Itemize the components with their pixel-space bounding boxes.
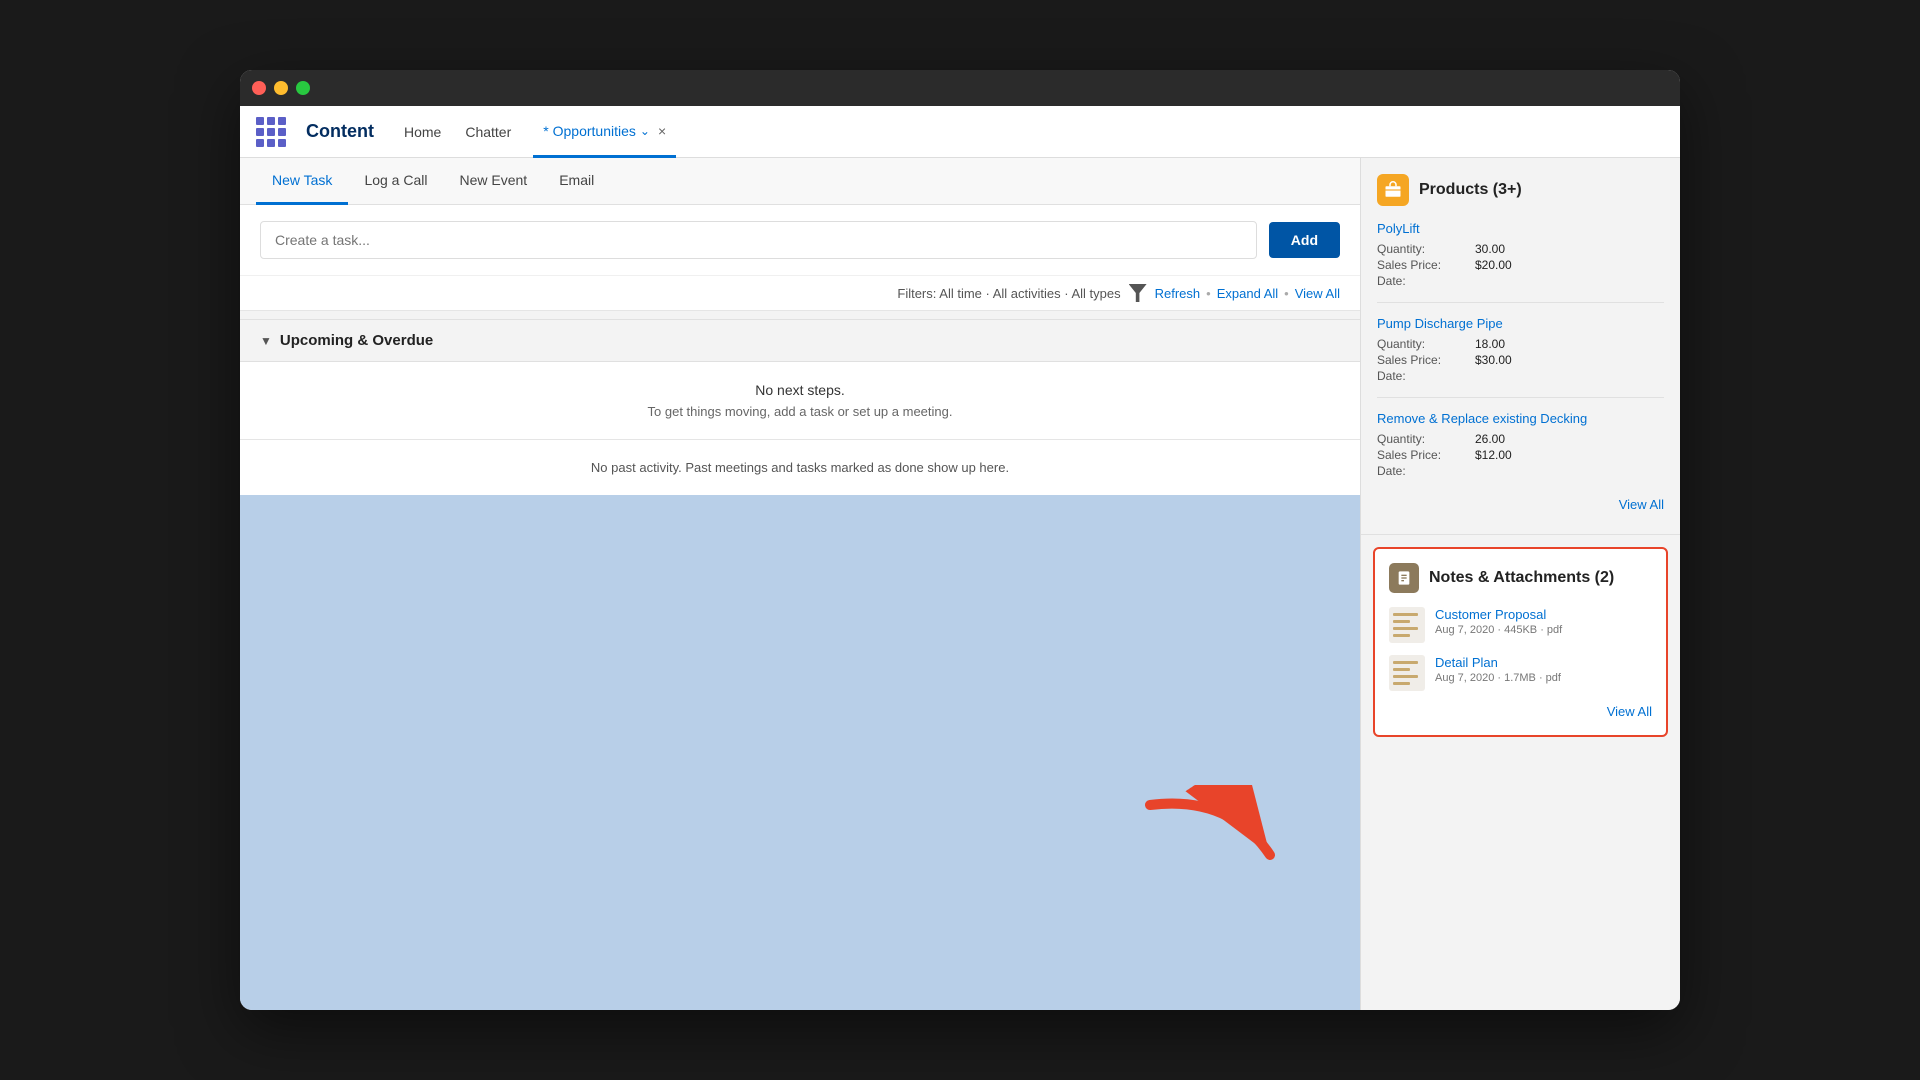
- task-input-row: Add: [240, 205, 1360, 275]
- blue-background: [240, 495, 1360, 1010]
- attachment-item-proposal: Customer Proposal Aug 7, 2020 · 445KB · …: [1389, 607, 1652, 643]
- add-button[interactable]: Add: [1269, 222, 1340, 258]
- attachment-info-proposal: Customer Proposal Aug 7, 2020 · 445KB · …: [1435, 607, 1652, 636]
- refresh-link[interactable]: Refresh: [1155, 286, 1201, 301]
- attachment-thumb-detail: [1389, 655, 1425, 691]
- product-name-polylift[interactable]: PolyLift: [1377, 221, 1420, 236]
- notes-section: Notes & Attachments (2) Customer Proposa…: [1373, 547, 1668, 737]
- attachment-name-proposal[interactable]: Customer Proposal: [1435, 607, 1652, 622]
- traffic-lights: [252, 81, 310, 95]
- nav-chatter[interactable]: Chatter: [463, 120, 513, 144]
- upcoming-empty-subtitle: To get things moving, add a task or set …: [260, 404, 1340, 419]
- view-all-activity-link[interactable]: View All: [1295, 286, 1340, 301]
- chevron-down-icon: ▼: [260, 334, 272, 348]
- products-section: Products (3+) PolyLift Quantity: 30.00 S…: [1361, 158, 1680, 535]
- filters-bar: Filters: All time · All activities · All…: [240, 275, 1360, 310]
- task-input[interactable]: [260, 221, 1257, 259]
- tab-email[interactable]: Email: [543, 158, 610, 205]
- products-title: Products (3+): [1419, 181, 1522, 199]
- product-name-decking[interactable]: Remove & Replace existing Decking: [1377, 411, 1587, 426]
- product-details-polylift: Quantity: 30.00 Sales Price: $20.00 Date…: [1377, 242, 1664, 288]
- product-item-decking: Remove & Replace existing Decking Quanti…: [1377, 410, 1664, 478]
- maximize-button[interactable]: [296, 81, 310, 95]
- filter-icon[interactable]: [1129, 284, 1147, 302]
- expand-all-link[interactable]: Expand All: [1217, 286, 1278, 301]
- products-view-all: View All: [1377, 492, 1664, 518]
- attachment-info-detail: Detail Plan Aug 7, 2020 · 1.7MB · pdf: [1435, 655, 1652, 684]
- products-header: Products (3+): [1377, 174, 1664, 206]
- left-panel: New Task Log a Call New Event Email Add …: [240, 158, 1360, 1010]
- tab-new-event[interactable]: New Event: [443, 158, 543, 205]
- product-item-pump: Pump Discharge Pipe Quantity: 18.00 Sale…: [1377, 315, 1664, 383]
- tab-chevron-icon: ⌄: [640, 124, 650, 138]
- upcoming-section: ▼ Upcoming & Overdue No next steps. To g…: [240, 319, 1360, 495]
- notes-header: Notes & Attachments (2): [1389, 563, 1652, 593]
- attachment-meta-proposal: Aug 7, 2020 · 445KB · pdf: [1435, 624, 1652, 636]
- app-name: Content: [306, 121, 374, 142]
- products-view-all-link[interactable]: View All: [1619, 497, 1664, 512]
- nav-home[interactable]: Home: [402, 120, 443, 144]
- products-icon: [1377, 174, 1409, 206]
- product-details-decking: Quantity: 26.00 Sales Price: $12.00 Date…: [1377, 432, 1664, 478]
- upcoming-empty-title: No next steps.: [260, 382, 1340, 398]
- filters-label: Filters: All time · All activities · All…: [897, 286, 1120, 301]
- attachment-meta-detail: Aug 7, 2020 · 1.7MB · pdf: [1435, 672, 1652, 684]
- notes-icon: [1389, 563, 1419, 593]
- activity-section: New Task Log a Call New Event Email Add …: [240, 158, 1360, 311]
- notes-view-all-link[interactable]: View All: [1607, 704, 1652, 719]
- notes-title: Notes & Attachments (2): [1429, 569, 1614, 587]
- nav-tab-opportunities[interactable]: * Opportunities ⌄ ×: [533, 106, 676, 158]
- upcoming-header-text: Upcoming & Overdue: [280, 332, 433, 349]
- nav-bar: Content Home Chatter * Opportunities ⌄ ×: [240, 106, 1680, 158]
- product-item-polylift: PolyLift Quantity: 30.00 Sales Price: $2…: [1377, 220, 1664, 288]
- notes-view-all: View All: [1389, 703, 1652, 721]
- activity-tabs: New Task Log a Call New Event Email: [240, 158, 1360, 205]
- filter-links: Refresh • Expand All • View All: [1155, 286, 1340, 301]
- upcoming-body: No next steps. To get things moving, add…: [240, 362, 1360, 439]
- product-details-pump: Quantity: 18.00 Sales Price: $30.00 Date…: [1377, 337, 1664, 383]
- right-panel: Products (3+) PolyLift Quantity: 30.00 S…: [1360, 158, 1680, 1010]
- product-name-pump[interactable]: Pump Discharge Pipe: [1377, 316, 1503, 331]
- attachment-thumb-proposal: [1389, 607, 1425, 643]
- minimize-button[interactable]: [274, 81, 288, 95]
- upcoming-header[interactable]: ▼ Upcoming & Overdue: [240, 319, 1360, 362]
- attachment-item-detail: Detail Plan Aug 7, 2020 · 1.7MB · pdf: [1389, 655, 1652, 691]
- close-button[interactable]: [252, 81, 266, 95]
- attachment-name-detail[interactable]: Detail Plan: [1435, 655, 1652, 670]
- content-wrapper: New Task Log a Call New Event Email Add …: [240, 158, 1680, 1010]
- tab-log-call[interactable]: Log a Call: [348, 158, 443, 205]
- past-activity-text: No past activity. Past meetings and task…: [240, 439, 1360, 495]
- title-bar: [240, 70, 1680, 106]
- app-grid-icon[interactable]: [256, 117, 286, 147]
- tab-new-task[interactable]: New Task: [256, 158, 348, 205]
- tab-close-icon[interactable]: ×: [658, 123, 666, 139]
